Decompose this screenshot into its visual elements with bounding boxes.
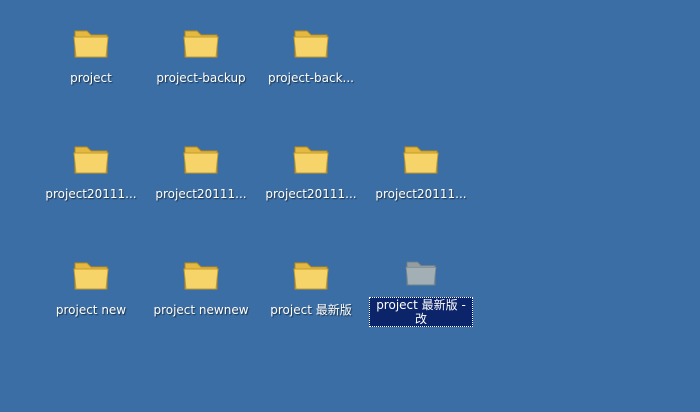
folder-label: project20111... — [265, 187, 357, 201]
folder-icon — [403, 146, 439, 174]
folder-label: project20111... — [375, 187, 467, 201]
folder-label: project20111... — [45, 187, 137, 201]
folder-label: project — [70, 71, 112, 85]
desktop-folder-project20111-b[interactable]: project20111... — [146, 121, 256, 211]
folder-label: project-back... — [268, 71, 354, 85]
folder-icon — [293, 262, 329, 290]
desktop-folder-project[interactable]: project — [36, 5, 146, 95]
folder-icon — [73, 30, 109, 58]
folder-icon — [73, 146, 109, 174]
desktop-folder-project20111-d[interactable]: project20111... — [366, 121, 476, 211]
folder-icon — [73, 262, 109, 290]
desktop-folder-project-latest[interactable]: project 最新版 — [256, 237, 366, 327]
desktop-folder-project-new[interactable]: project new — [36, 237, 146, 327]
desktop[interactable]: project project-backup project-back... p… — [0, 0, 700, 412]
folder-label: project new — [55, 303, 127, 317]
folder-icon — [293, 30, 329, 58]
folder-label: project-backup — [156, 71, 246, 85]
desktop-folder-project20111-c[interactable]: project20111... — [256, 121, 366, 211]
folder-label-selected: project 最新版 - 改 — [369, 297, 473, 327]
folder-icon — [183, 30, 219, 58]
folder-label: project newnew — [153, 303, 249, 317]
desktop-folder-project-back[interactable]: project-back... — [256, 5, 366, 95]
folder-icon — [293, 146, 329, 174]
folder-icon — [183, 262, 219, 290]
desktop-folder-project-newnew[interactable]: project newnew — [146, 237, 256, 327]
folder-icon — [405, 261, 437, 286]
folder-icon — [183, 146, 219, 174]
desktop-folder-project-backup[interactable]: project-backup — [146, 5, 256, 95]
folder-label: project 最新版 — [270, 303, 352, 317]
folder-label: project20111... — [155, 187, 247, 201]
desktop-folder-project20111-a[interactable]: project20111... — [36, 121, 146, 211]
desktop-folder-project-latest-modified[interactable]: project 最新版 - 改 — [366, 237, 476, 327]
